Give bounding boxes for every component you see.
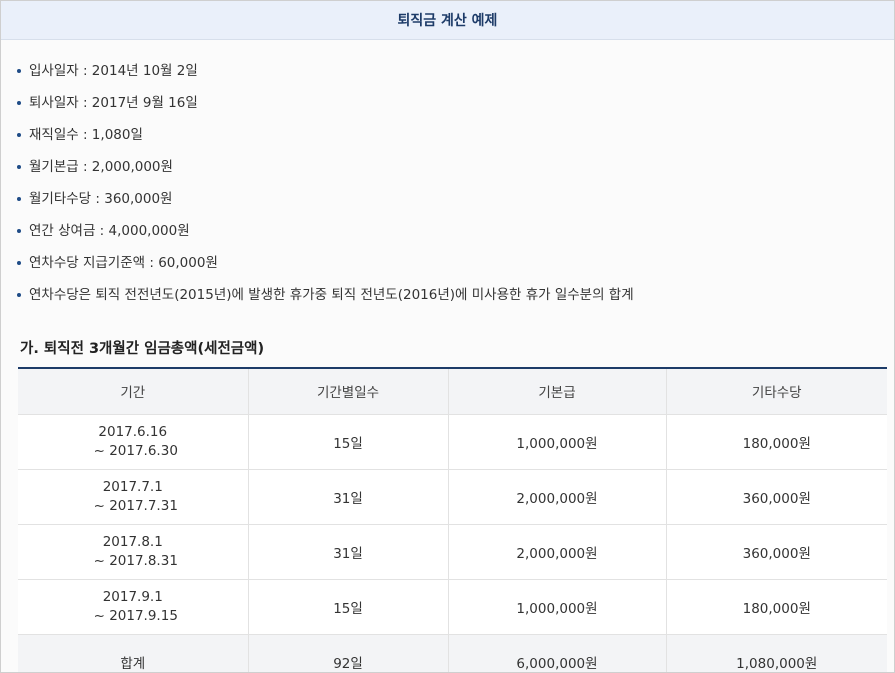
bullet-icon [17,133,21,137]
table-row: 2017.8.1 ~ 2017.8.31 31일 2,000,000원 360,0… [18,523,887,579]
table-row: 2017.9.1 ~ 2017.9.15 15일 1,000,000원 180,0… [18,578,887,634]
period-cell: 2017.6.16 ~ 2017.6.30 [18,413,248,469]
info-item-service-days: 재직일수 : 1,080일 [17,123,634,155]
days-cell: 15일 [247,413,448,469]
base-pay-cell: 2,000,000원 [447,523,666,579]
total-other-allowance-cell: 1,080,000원 [665,633,887,672]
bullet-icon [17,165,21,169]
base-pay-cell: 2,000,000원 [447,468,666,524]
table-row: 2017.7.1 ~ 2017.7.31 31일 2,000,000원 360,0… [18,468,887,524]
info-item-leave-allowance-note: 연차수당은 퇴직 전전년도(2015년)에 발생한 휴가중 퇴직 전년도(201… [17,283,634,315]
period-cell: 2017.7.1 ~ 2017.7.31 [18,468,248,524]
total-label-cell: 합계 [18,633,248,672]
total-row: 합계 92일 6,000,000원 1,080,000원 [18,633,887,672]
bullet-icon [17,229,21,233]
bullet-icon [17,197,21,201]
other-allowance-cell: 360,000원 [665,468,887,524]
other-allowance-cell: 180,000원 [665,413,887,469]
info-item-monthly-allowance: 월기타수당 : 360,000원 [17,187,634,219]
table-row: 2017.6.16 ~ 2017.6.30 15일 1,000,000원 180,… [18,413,887,469]
panel-body: 입사일자 : 2014년 10월 2일 퇴사일자 : 2017년 9월 16일 … [1,40,894,672]
days-cell: 31일 [247,468,448,524]
info-list: 입사일자 : 2014년 10월 2일 퇴사일자 : 2017년 9월 16일 … [17,59,634,315]
column-header-other-allowance: 기타수당 [665,367,887,414]
base-pay-cell: 1,000,000원 [447,578,666,634]
period-cell: 2017.8.1 ~ 2017.8.31 [18,523,248,579]
bullet-icon [17,293,21,297]
info-item-monthly-base: 월기본급 : 2,000,000원 [17,155,634,187]
bullet-icon [17,69,21,73]
column-header-days: 기간별일수 [247,367,448,414]
info-item-annual-bonus: 연간 상여금 : 4,000,000원 [17,219,634,251]
info-item-leave-allowance-base: 연차수당 지급기준액 : 60,000원 [17,251,634,283]
panel-header: 퇴직금 계산 예제 [1,1,894,40]
total-days-cell: 92일 [247,633,448,672]
other-allowance-cell: 360,000원 [665,523,887,579]
table-header-row: 기간 기간별일수 기본급 기타수당 [18,367,887,414]
base-pay-cell: 1,000,000원 [447,413,666,469]
days-cell: 31일 [247,523,448,579]
other-allowance-cell: 180,000원 [665,578,887,634]
panel-title: 퇴직금 계산 예제 [397,13,498,29]
section-title: 가. 퇴직전 3개월간 임금총액(세전금액) [20,341,265,357]
total-base-pay-cell: 6,000,000원 [447,633,666,672]
wage-table: 기간 기간별일수 기본급 기타수당 2017.6.16 ~ 2017.6.30 1… [18,367,887,672]
info-item-leave-date: 퇴사일자 : 2017년 9월 16일 [17,91,634,123]
period-cell: 2017.9.1 ~ 2017.9.15 [18,578,248,634]
days-cell: 15일 [247,578,448,634]
column-header-period: 기간 [18,367,248,414]
bullet-icon [17,101,21,105]
column-header-base-pay: 기본급 [447,367,666,414]
example-panel: 퇴직금 계산 예제 입사일자 : 2014년 10월 2일 퇴사일자 : 201… [0,0,895,673]
bullet-icon [17,261,21,265]
info-item-join-date: 입사일자 : 2014년 10월 2일 [17,59,634,91]
